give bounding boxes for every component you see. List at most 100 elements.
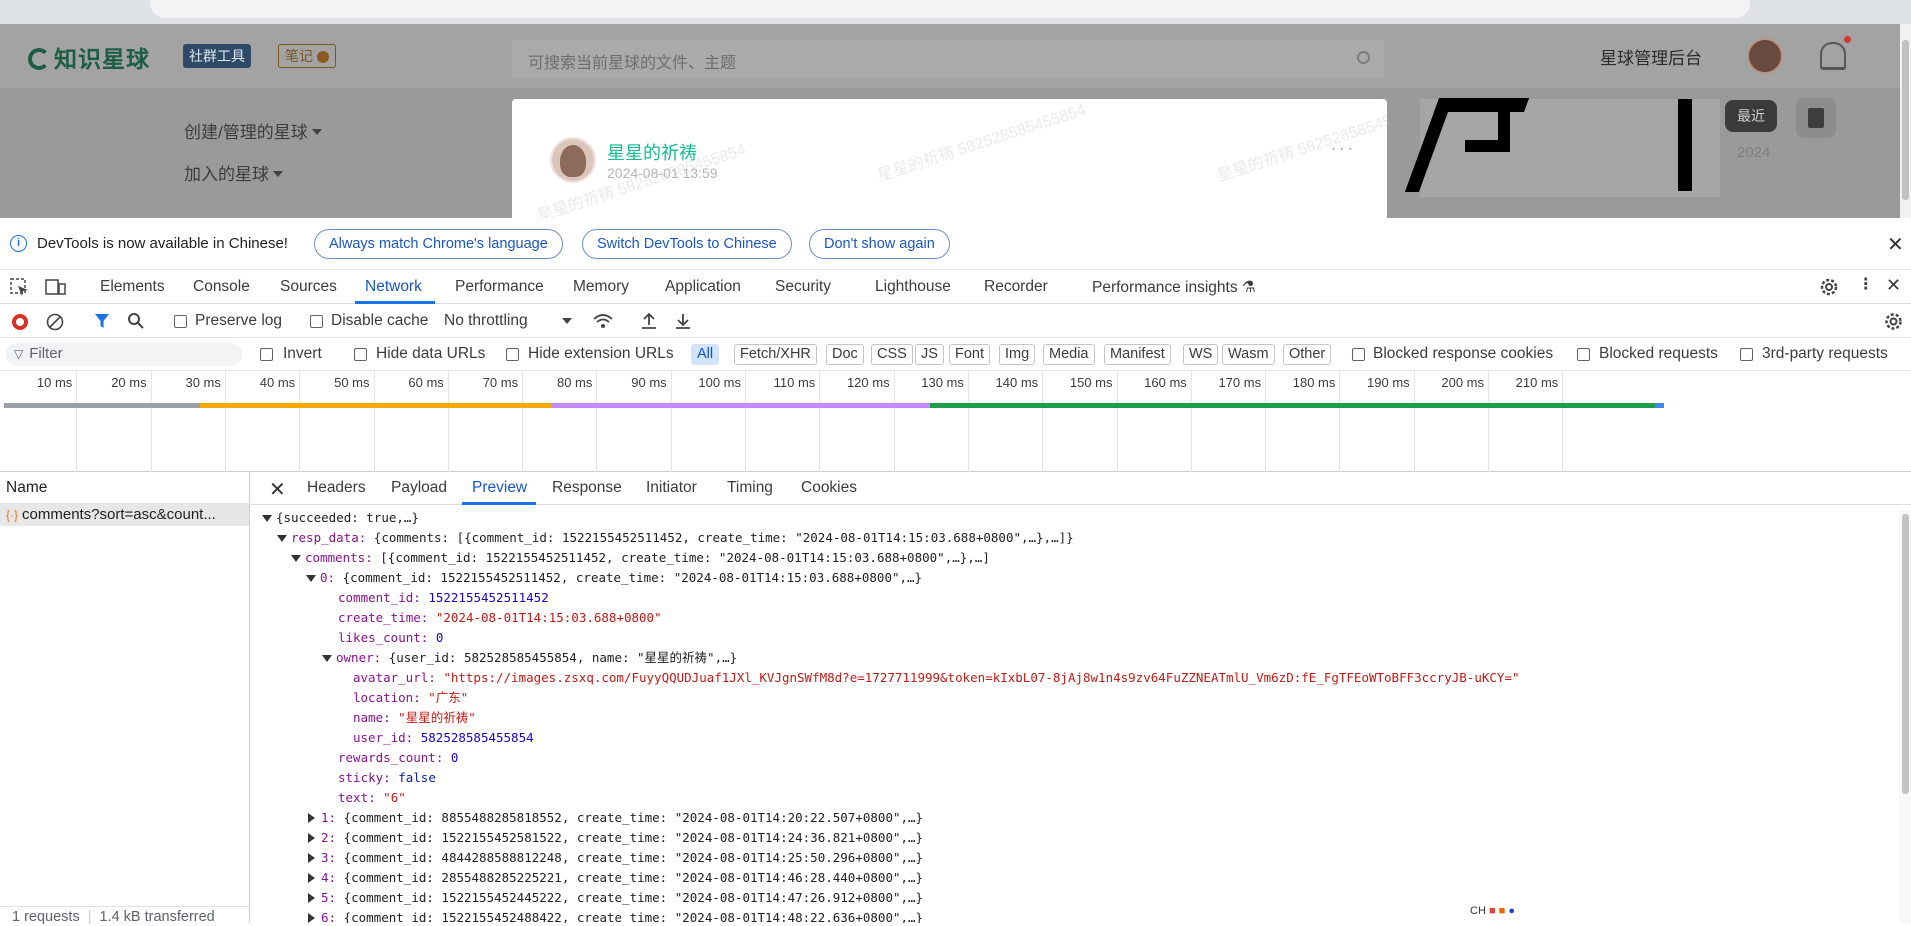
inspect-element-icon[interactable] (10, 278, 30, 296)
dont-show-again-button[interactable]: Don't show again (809, 229, 950, 259)
json-comment-1-node[interactable]: 1: {comment_id: 8855488285818552, create… (308, 808, 923, 828)
community-tools-tag[interactable]: 社群工具 (183, 44, 251, 68)
json-owner-node[interactable]: owner: {user_id: 582528585455854, name: … (322, 648, 737, 668)
year-filter[interactable]: 2024 (1737, 144, 1770, 161)
type-filter-font[interactable]: Font (949, 344, 991, 365)
type-filter-ws[interactable]: WS (1183, 344, 1219, 365)
collapsed-triangle-icon[interactable] (308, 873, 315, 883)
type-filter-css[interactable]: CSS (871, 344, 913, 365)
admin-link[interactable]: 星球管理后台 (1600, 44, 1702, 69)
collapsed-triangle-icon[interactable] (308, 913, 315, 923)
settings-gear-icon[interactable] (1819, 277, 1839, 297)
disable-cache-checkbox[interactable] (310, 315, 323, 328)
throttling-select[interactable]: No throttling (444, 312, 572, 330)
post-author[interactable]: 星星的祈祷 (607, 139, 697, 165)
help-icon[interactable]: ● (1508, 905, 1515, 917)
switch-to-chinese-button[interactable]: Switch DevTools to Chinese (582, 229, 792, 259)
expand-triangle-icon[interactable] (306, 575, 316, 582)
network-timeline-overview[interactable]: 10 ms 20 ms 30 ms 40 ms 50 ms 60 ms 70 ms 80 ms… (0, 371, 1911, 472)
created-planets-link[interactable]: 创建/管理的星球 (184, 118, 322, 143)
tab-elements[interactable]: Elements (100, 278, 165, 296)
joined-planets-link[interactable]: 加入的星球 (184, 160, 283, 185)
blocked-cookies-label[interactable]: Blocked response cookies (1373, 345, 1553, 363)
json-root-node[interactable]: {succeeded: true,…} (262, 508, 419, 528)
json-resp-data-node[interactable]: resp_data: {comments: [{comment_id: 1522… (277, 528, 1074, 548)
third-party-checkbox[interactable] (1740, 348, 1753, 361)
record-stop-icon[interactable] (11, 313, 29, 331)
user-avatar[interactable] (1747, 38, 1783, 74)
tab-lighthouse[interactable]: Lighthouse (875, 278, 951, 296)
scrollbar-thumb[interactable] (1902, 40, 1909, 200)
collapsed-triangle-icon[interactable] (308, 813, 315, 823)
notes-icon[interactable] (1796, 98, 1836, 138)
page-scrollbar[interactable] (1900, 24, 1911, 218)
tab-memory[interactable]: Memory (573, 278, 629, 296)
disable-cache-label[interactable]: Disable cache (331, 312, 428, 330)
tab-timing[interactable]: Timing (727, 479, 773, 497)
type-filter-media[interactable]: Media (1043, 344, 1095, 365)
tab-sources[interactable]: Sources (280, 278, 337, 296)
invert-checkbox[interactable] (260, 348, 273, 361)
import-har-icon[interactable] (640, 312, 658, 330)
name-column-header[interactable]: Name (0, 472, 250, 504)
tab-console[interactable]: Console (193, 278, 250, 296)
tab-cookies[interactable]: Cookies (801, 479, 857, 497)
match-language-button[interactable]: Always match Chrome's language (314, 229, 563, 259)
search-icon[interactable] (127, 312, 145, 330)
request-row[interactable]: {·} comments?sort=asc&count... (0, 504, 249, 526)
tab-preview[interactable]: Preview (472, 479, 527, 497)
collapsed-triangle-icon[interactable] (308, 853, 315, 863)
type-filter-js[interactable]: JS (915, 344, 944, 365)
address-bar[interactable] (150, 0, 1750, 18)
blocked-cookies-checkbox[interactable] (1352, 348, 1365, 361)
tab-performance-insights[interactable]: Performance insights ⚗ (1092, 278, 1256, 297)
expand-triangle-icon[interactable] (277, 535, 287, 542)
json-comment-6-node[interactable]: 6: {comment_id: 1522155452488422, create… (308, 908, 923, 923)
preserve-log-checkbox[interactable] (174, 315, 187, 328)
device-toolbar-icon[interactable] (45, 278, 67, 296)
json-comments-node[interactable]: comments: [{comment_id: 1522155452511452… (291, 548, 990, 568)
tab-initiator[interactable]: Initiator (646, 479, 697, 497)
type-filter-fetch-xhr[interactable]: Fetch/XHR (734, 344, 817, 365)
filter-icon[interactable] (94, 313, 110, 329)
close-icon[interactable]: ✕ (1887, 232, 1904, 257)
more-options-icon[interactable]: ··· (1330, 135, 1355, 161)
hide-data-urls-label[interactable]: Hide data URLs (376, 345, 485, 363)
json-comment-3-node[interactable]: 3: {comment_id: 4844288588812248, create… (308, 848, 923, 868)
json-comment-0-node[interactable]: 0: {comment_id: 1522155452511452, create… (306, 568, 922, 588)
network-settings-gear-icon[interactable] (1884, 312, 1903, 331)
bell-icon[interactable] (1820, 42, 1846, 70)
json-comment-5-node[interactable]: 5: {comment_id: 1522155452445222, create… (308, 888, 923, 908)
recent-filter[interactable]: 最近 (1725, 100, 1777, 132)
preview-scrollbar[interactable] (1899, 510, 1911, 923)
network-conditions-icon[interactable] (592, 312, 614, 330)
type-filter-manifest[interactable]: Manifest (1104, 344, 1171, 365)
tab-security[interactable]: Security (775, 278, 831, 296)
filter-input[interactable]: ▽ Filter (6, 343, 242, 366)
third-party-label[interactable]: 3rd-party requests (1762, 345, 1888, 363)
blocked-requests-checkbox[interactable] (1577, 348, 1590, 361)
tab-performance[interactable]: Performance (455, 278, 544, 296)
more-options-icon[interactable]: ⋮ (1858, 275, 1874, 294)
export-har-icon[interactable] (674, 312, 692, 330)
site-search-input[interactable]: 可搜索当前星球的文件、主题 (512, 40, 1384, 78)
tab-payload[interactable]: Payload (391, 479, 447, 497)
clear-icon[interactable] (46, 313, 64, 331)
tab-headers[interactable]: Headers (307, 479, 366, 497)
close-devtools-icon[interactable]: ✕ (1886, 275, 1901, 296)
hide-extension-urls-checkbox[interactable] (506, 348, 519, 361)
post-author-avatar[interactable] (550, 137, 596, 183)
json-comment-2-node[interactable]: 2: {comment_id: 1522155452581522, create… (308, 828, 923, 848)
type-filter-wasm[interactable]: Wasm (1222, 344, 1275, 365)
expand-triangle-icon[interactable] (322, 655, 332, 662)
tab-network[interactable]: Network (365, 278, 422, 296)
site-logo[interactable]: 知识星球 (28, 40, 150, 74)
tray-app-icon[interactable]: ■ (1499, 905, 1506, 917)
hide-data-urls-checkbox[interactable] (354, 348, 367, 361)
input-method-indicator[interactable]: CH (1470, 905, 1486, 917)
tab-application[interactable]: Application (665, 278, 741, 296)
tab-response[interactable]: Response (552, 479, 622, 497)
collapsed-triangle-icon[interactable] (308, 833, 315, 843)
expand-triangle-icon[interactable] (262, 515, 272, 522)
type-filter-img[interactable]: Img (999, 344, 1036, 365)
